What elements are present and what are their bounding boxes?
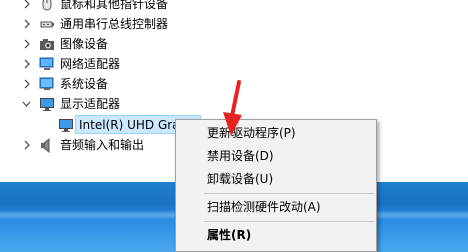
tree-item-network-adapters[interactable]: 网络适配器 [0,54,468,74]
tree-item-label: 鼠标和其他指针设备 [60,0,169,11]
network-adapter-icon [39,56,55,72]
tree-item-usb-controllers[interactable]: 通用串行总线控制器 [0,14,468,34]
tree-item-label: 显示适配器 [60,97,121,111]
red-arrow-annotation [223,80,242,136]
menu-item-properties[interactable]: 属性(R) [176,224,376,246]
chevron-right-icon[interactable] [22,0,32,14]
menu-separator [204,221,374,222]
chevron-right-icon[interactable] [22,54,32,74]
tree-item-label: 图像设备 [60,37,109,51]
chevron-down-icon[interactable] [21,94,31,114]
tree-item-label: 通用串行总线控制器 [60,17,169,31]
chevron-right-icon[interactable] [22,34,32,54]
chevron-right-icon[interactable] [22,14,32,34]
camera-icon [39,36,55,52]
menu-separator [204,193,374,194]
tree-item-label: 网络适配器 [60,57,121,71]
display-adapter-icon [58,117,74,133]
tree-item-label: 音频输入和输出 [60,138,145,152]
system-device-icon [39,76,55,92]
chevron-right-icon[interactable] [22,135,32,155]
tree-item-imaging-devices[interactable]: 图像设备 [0,34,468,54]
tree-item-mice[interactable]: 鼠标和其他指针设备 [0,0,468,14]
menu-item-disable-device[interactable]: 禁用设备(D) [176,145,376,167]
tree-item-label: 系统设备 [60,77,109,91]
speaker-icon [39,137,55,154]
menu-item-update-driver[interactable]: 更新驱动程序(P) [176,122,376,144]
menu-item-scan-hardware[interactable]: 扫描检测硬件改动(A) [176,196,376,218]
menu-item-uninstall-device[interactable]: 卸载设备(U) [176,168,376,190]
chevron-right-icon[interactable] [22,74,32,94]
mouse-icon [39,0,55,12]
context-menu: 更新驱动程序(P) 禁用设备(D) 卸载设备(U) 扫描检测硬件改动(A) 属性… [175,119,377,252]
usb-icon [39,16,55,32]
display-adapter-icon [39,96,55,112]
tree-item-label: Intel(R) UHD Gra [79,118,180,132]
